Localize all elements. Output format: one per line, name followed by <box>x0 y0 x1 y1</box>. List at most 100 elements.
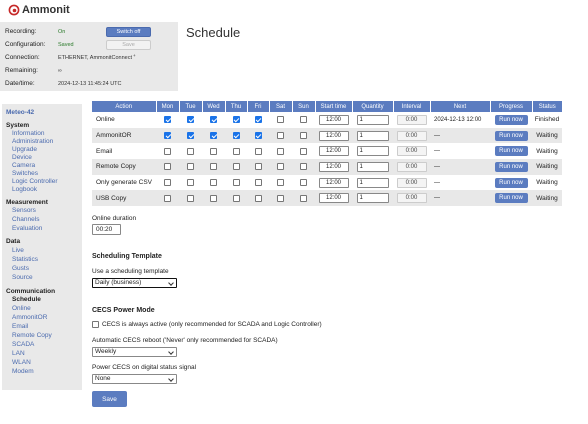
sidebar-item-source[interactable]: Source <box>12 274 33 281</box>
sidebar-item-logbook[interactable]: Logbook <box>12 186 37 193</box>
online-duration-input[interactable]: 00:20 <box>92 224 121 235</box>
day-checkbox-sat[interactable] <box>277 163 284 171</box>
day-checkbox-fri[interactable] <box>254 131 262 139</box>
scheduling-template-select[interactable]: Daily (business) <box>92 278 177 288</box>
day-checkbox-tue[interactable] <box>187 163 194 171</box>
save-button[interactable]: Save <box>92 391 127 407</box>
day-checkbox-thu[interactable] <box>232 116 240 124</box>
start-time-input[interactable]: 12:00 <box>318 146 349 157</box>
day-checkbox-sat[interactable] <box>277 116 284 124</box>
run-now-button[interactable]: Run now <box>494 177 528 188</box>
sidebar-item-email[interactable]: Email <box>12 323 28 330</box>
sidebar-item-sensors[interactable]: Sensors <box>12 207 36 214</box>
day-checkbox-wed[interactable] <box>210 194 217 202</box>
day-checkbox-wed[interactable] <box>210 131 217 139</box>
day-checkbox-tue[interactable] <box>187 116 194 124</box>
day-checkbox-wed[interactable] <box>210 178 217 186</box>
sidebar-item-schedule[interactable]: Schedule <box>12 296 41 303</box>
start-time-input[interactable]: 12:00 <box>318 161 349 172</box>
day-checkbox-tue[interactable] <box>187 178 194 186</box>
quantity-input[interactable]: 1 <box>356 130 389 141</box>
start-time-input[interactable]: 12:00 <box>318 193 349 204</box>
day-checkbox-wed[interactable] <box>210 116 217 124</box>
day-checkbox-sat[interactable] <box>277 178 284 186</box>
day-checkbox-fri[interactable] <box>254 116 262 124</box>
quantity-input[interactable]: 1 <box>356 177 389 188</box>
sidebar-item-remote-copy[interactable]: Remote Copy <box>12 332 52 339</box>
day-checkbox-sun[interactable] <box>300 194 307 202</box>
sidebar-item-gusts[interactable]: Gusts <box>12 265 29 272</box>
sidebar-item-channels[interactable]: Channels <box>12 216 39 223</box>
day-checkbox-mon[interactable] <box>164 163 171 171</box>
day-checkbox-mon[interactable] <box>164 147 171 155</box>
day-checkbox-sun[interactable] <box>300 147 307 155</box>
run-now-button[interactable]: Run now <box>494 193 528 204</box>
switch-off-button[interactable]: Switch off <box>106 27 151 37</box>
day-checkbox-thu[interactable] <box>232 194 240 202</box>
day-checkbox-mon[interactable] <box>164 131 171 139</box>
quantity-input[interactable]: 1 <box>356 114 389 125</box>
run-now-button[interactable]: Run now <box>494 146 528 157</box>
sidebar-item-lan[interactable]: LAN <box>12 350 25 357</box>
sidebar-item-evaluation[interactable]: Evaluation <box>12 225 42 232</box>
day-checkbox-sun[interactable] <box>300 116 307 124</box>
day-checkbox-fri[interactable] <box>254 194 262 202</box>
day-checkbox-tue[interactable] <box>187 194 194 202</box>
save-config-button[interactable]: Save <box>106 40 151 50</box>
start-time-input[interactable]: 12:00 <box>318 177 349 188</box>
day-checkbox-mon[interactable] <box>164 116 171 124</box>
day-checkbox-sat[interactable] <box>277 147 284 155</box>
cecs-power-select[interactable]: None <box>92 374 177 384</box>
sidebar-item-statistics[interactable]: Statistics <box>12 256 38 263</box>
cecs-always-active-checkbox[interactable] <box>92 321 99 328</box>
day-checkbox-tue[interactable] <box>187 131 194 139</box>
cecs-reboot-select[interactable]: Weekly <box>92 347 177 357</box>
sidebar-item-scada[interactable]: SCADA <box>12 341 34 348</box>
sidebar-item-online[interactable]: Online <box>12 305 31 312</box>
day-checkbox-mon[interactable] <box>164 194 171 202</box>
day-checkbox-thu[interactable] <box>232 178 240 186</box>
start-time-input[interactable]: 12:00 <box>318 114 349 125</box>
configuration-row: Configuration: Saved <box>5 39 74 50</box>
remaining-row: Remaining: ∞ <box>5 65 62 76</box>
day-checkbox-mon[interactable] <box>164 178 171 186</box>
sidebar-item-camera[interactable]: Camera <box>12 162 35 169</box>
sidebar-item-ammonitor[interactable]: AmmonitOR <box>12 314 47 321</box>
day-checkbox-thu[interactable] <box>232 163 240 171</box>
day-cell-fri <box>247 127 269 144</box>
sidebar-item-live[interactable]: Live <box>12 247 24 254</box>
day-checkbox-fri[interactable] <box>254 147 262 155</box>
run-now-button[interactable]: Run now <box>494 114 528 125</box>
sidebar-item-switches[interactable]: Switches <box>12 170 38 177</box>
day-checkbox-wed[interactable] <box>210 163 217 171</box>
sidebar-item-modem[interactable]: Modem <box>12 368 34 375</box>
run-now-button[interactable]: Run now <box>494 130 528 141</box>
sidebar-item-device[interactable]: Device <box>12 154 32 161</box>
run-now-button[interactable]: Run now <box>494 161 528 172</box>
day-checkbox-sun[interactable] <box>300 163 307 171</box>
day-checkbox-sat[interactable] <box>277 194 284 202</box>
sidebar-device-title[interactable]: Meteo-42 <box>6 109 34 116</box>
sidebar-item-information[interactable]: Information <box>12 130 45 137</box>
day-cell-fri <box>247 143 269 159</box>
quantity-input[interactable]: 1 <box>356 193 389 204</box>
day-checkbox-fri[interactable] <box>254 178 262 186</box>
sidebar-item-wlan[interactable]: WLAN <box>12 359 31 366</box>
quantity-input[interactable]: 1 <box>356 161 389 172</box>
day-checkbox-sun[interactable] <box>300 178 307 186</box>
day-checkbox-thu[interactable] <box>232 131 240 139</box>
day-checkbox-sat[interactable] <box>277 131 284 139</box>
quantity-input[interactable]: 1 <box>356 146 389 157</box>
day-cell-tue <box>179 175 202 191</box>
sidebar-item-upgrade[interactable]: Upgrade <box>12 146 37 153</box>
day-checkbox-tue[interactable] <box>187 147 194 155</box>
day-checkbox-wed[interactable] <box>210 147 217 155</box>
ammonit-logo[interactable]: Ammonit <box>8 4 70 16</box>
day-checkbox-thu[interactable] <box>232 147 240 155</box>
sidebar-item-administration[interactable]: Administration <box>12 138 53 145</box>
day-checkbox-fri[interactable] <box>254 163 262 171</box>
day-checkbox-sun[interactable] <box>300 131 307 139</box>
start-time-input[interactable]: 12:00 <box>318 130 349 141</box>
interval-input: 0:00 <box>396 130 427 141</box>
sidebar-item-logic-controller[interactable]: Logic Controller <box>12 178 58 185</box>
